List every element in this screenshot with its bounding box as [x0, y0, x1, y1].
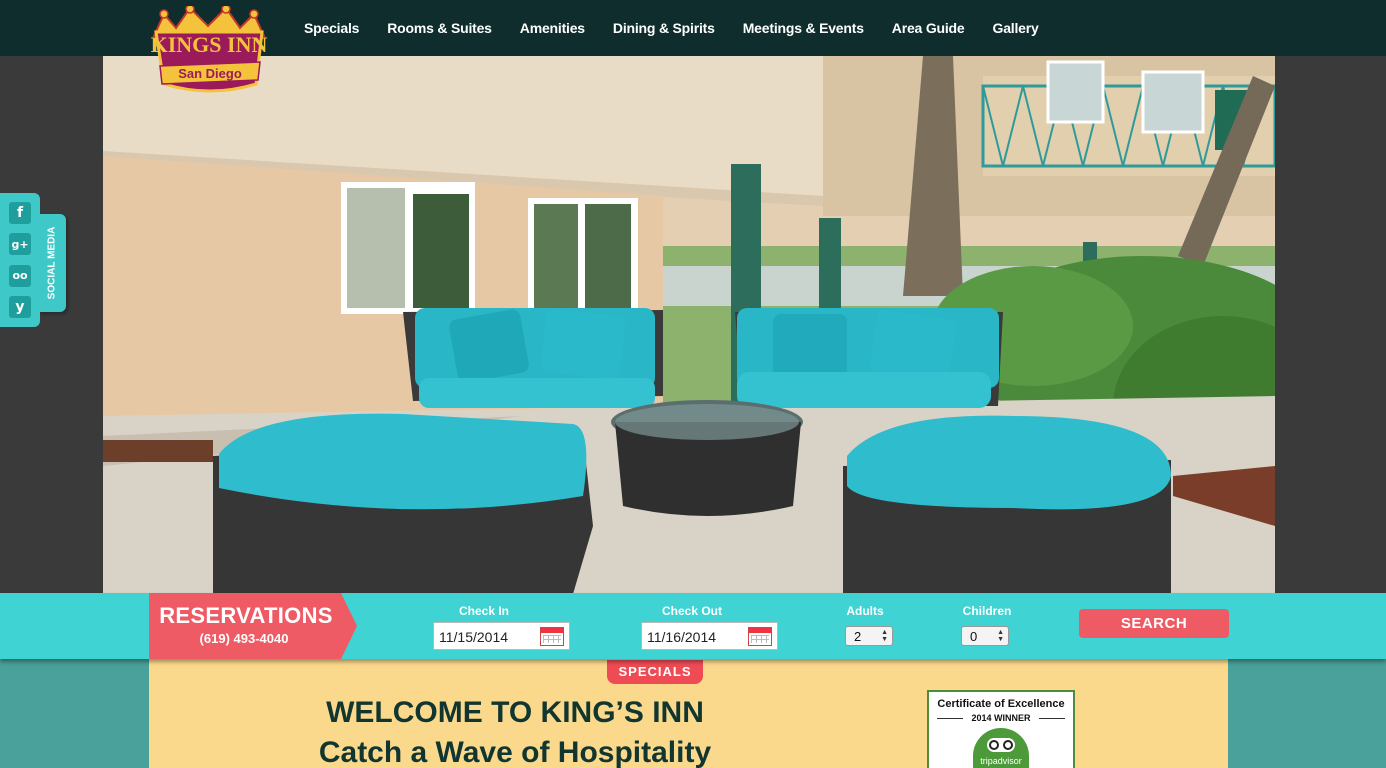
nav-amenities[interactable]: Amenities: [520, 20, 585, 36]
reservations-tag-arrow: [341, 593, 357, 659]
adults-select[interactable]: 2 ▲ ▼: [845, 626, 893, 646]
main-nav: Specials Rooms & Suites Amenities Dining…: [304, 0, 1067, 56]
specials-tab[interactable]: SPECIALS: [607, 660, 703, 684]
reservations-phone[interactable]: (619) 493-4040: [149, 631, 339, 646]
check-in-label: Check In: [458, 604, 509, 618]
check-in-value: 11/15/2014: [439, 629, 509, 645]
check-in-field[interactable]: 11/15/2014: [433, 622, 570, 650]
logo-main-text: KINGS INN: [151, 32, 268, 57]
social-media-bar: f g+ oo y: [0, 193, 40, 327]
tripadvisor-owl-icon: [987, 738, 1015, 752]
tripadvisor-certificate[interactable]: Certificate of Excellence 2014 WINNER tr…: [927, 690, 1075, 768]
nav-gallery[interactable]: Gallery: [993, 20, 1039, 36]
nav-meetings-events[interactable]: Meetings & Events: [743, 20, 864, 36]
reservations-title: RESERVATIONS: [159, 603, 333, 628]
nav-dining-spirits[interactable]: Dining & Spirits: [613, 20, 715, 36]
search-button[interactable]: SEARCH: [1079, 609, 1229, 638]
social-media-label: SOCIAL MEDIA: [46, 226, 58, 300]
select-arrows-icon: ▲ ▼: [997, 629, 1004, 643]
kings-inn-logo[interactable]: KINGS INN San Diego: [150, 4, 270, 96]
tripadvisor-icon[interactable]: oo: [9, 264, 31, 287]
certificate-title: Certificate of Excellence: [937, 698, 1065, 710]
calendar-icon[interactable]: [540, 627, 564, 646]
adults-label: Adults: [846, 604, 884, 618]
tripadvisor-brand: tripadvisor: [980, 756, 1022, 766]
calendar-icon[interactable]: [748, 627, 772, 646]
nav-area-guide[interactable]: Area Guide: [892, 20, 965, 36]
google-plus-icon[interactable]: g+: [9, 233, 31, 256]
logo-sub-text: San Diego: [178, 66, 242, 81]
adults-value: 2: [854, 629, 862, 644]
tagline-heading: Catch a Wave of Hospitality: [318, 736, 712, 768]
yelp-icon[interactable]: y: [9, 296, 31, 319]
reservations-bar: RESERVATIONS (619) 493-4040 Check In 11/…: [0, 593, 1386, 659]
facebook-icon[interactable]: f: [9, 201, 31, 224]
check-out-label: Check Out: [661, 604, 722, 618]
check-out-field[interactable]: 11/16/2014: [641, 622, 778, 650]
nav-rooms-suites[interactable]: Rooms & Suites: [387, 20, 492, 36]
children-select[interactable]: 0 ▲ ▼: [961, 626, 1009, 646]
hero-patio-image: [103, 56, 1275, 594]
select-arrows-icon: ▲ ▼: [881, 629, 888, 643]
nav-specials[interactable]: Specials: [304, 20, 359, 36]
children-value: 0: [970, 629, 978, 644]
certificate-year: 2014 WINNER: [971, 713, 1031, 723]
check-out-value: 11/16/2014: [647, 629, 717, 645]
children-label: Children: [962, 604, 1012, 618]
welcome-heading: WELCOME TO KING’S INN: [326, 696, 704, 729]
